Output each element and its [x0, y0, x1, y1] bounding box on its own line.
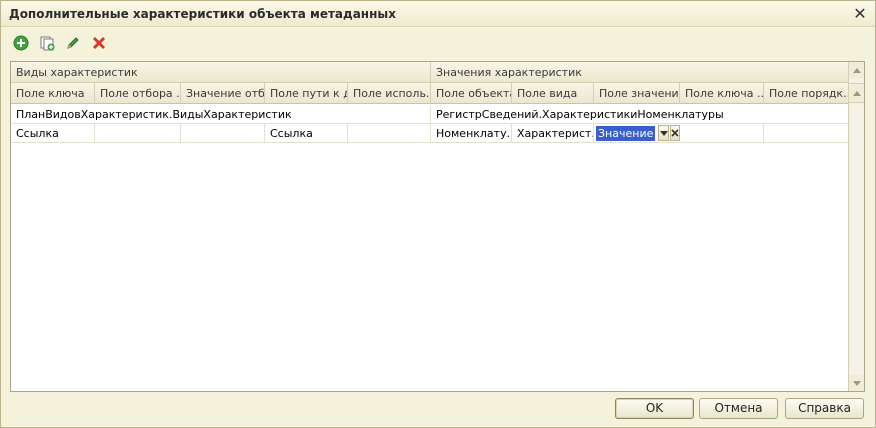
copy-icon [40, 36, 55, 51]
scroll-down-button[interactable] [849, 375, 864, 391]
group-kinds: Виды характеристик [11, 62, 431, 83]
key-field-cell[interactable]: Ссылка [11, 124, 95, 143]
group-values: Значения характеристик [436, 66, 582, 79]
header-object-field[interactable]: Поле объекта [431, 83, 512, 104]
header-filter-value[interactable]: Значение отб... [181, 83, 265, 104]
header-kind-field[interactable]: Поле вида [512, 83, 594, 104]
delete-button[interactable] [89, 33, 109, 53]
help-button[interactable]: Справка [785, 398, 864, 419]
dialog-footer: OK Отмена Справка [1, 397, 875, 427]
toolbar [11, 33, 109, 53]
header-value-key-field[interactable]: Поле ключа ... [680, 83, 764, 104]
header-value-field[interactable]: Поле значения [594, 83, 680, 104]
kind-field-cell[interactable]: Характерист... [512, 124, 594, 143]
vertical-scrollbar[interactable] [848, 62, 864, 391]
column-group-header: Виды характеристик Значения характеристи… [11, 62, 849, 83]
header-order-field[interactable]: Поле порядк... [764, 83, 849, 104]
add-button[interactable] [11, 33, 31, 53]
table-row[interactable]: ПланВидовХарактеристик.ВидыХарактеристик… [11, 105, 849, 124]
usage-field-cell[interactable] [348, 124, 431, 143]
close-button[interactable]: ✕ [851, 5, 869, 23]
path-field-cell[interactable]: Ссылка [265, 124, 348, 143]
arrow-up-icon [852, 67, 861, 73]
column-header-row: Поле ключа Поле отбора ... Значение отб.… [11, 83, 849, 104]
header-key-field[interactable]: Поле ключа [11, 83, 95, 104]
filter-value-cell[interactable] [181, 124, 265, 143]
header-usage-field[interactable]: Поле исполь... [348, 83, 431, 104]
object-field-cell[interactable]: Номенклату... [431, 124, 512, 143]
dropdown-button[interactable] [658, 125, 669, 141]
table-row[interactable]: Ссылка Ссылка Номенклату... Характерист.… [11, 124, 849, 143]
clear-button[interactable] [669, 125, 680, 141]
scroll-up-button[interactable] [849, 62, 864, 78]
value-field-editor[interactable]: Значение [596, 125, 680, 142]
header-filter-field[interactable]: Поле отбора ... [95, 83, 181, 104]
order-field-cell[interactable] [764, 124, 849, 143]
arrow-up-icon [852, 90, 861, 96]
ok-button[interactable]: OK [615, 398, 694, 419]
values-source-cell[interactable]: РегистрСведений.ХарактеристикиНоменклату… [431, 105, 849, 124]
delete-icon [92, 36, 106, 50]
header-path-field[interactable]: Поле пути к д... [265, 83, 348, 104]
window-title: Дополнительные характеристики объекта ме… [9, 7, 396, 21]
characteristics-table[interactable]: Виды характеристик Значения характеристи… [10, 61, 865, 392]
scroll-thumb[interactable] [849, 83, 864, 103]
add-icon [13, 35, 29, 51]
chevron-down-icon [659, 130, 668, 136]
copy-button[interactable] [37, 33, 57, 53]
cancel-button[interactable]: Отмена [699, 398, 778, 419]
edit-icon [67, 37, 79, 49]
kinds-source-cell[interactable]: ПланВидовХарактеристик.ВидыХарактеристик [11, 105, 431, 124]
edit-button[interactable] [63, 33, 83, 53]
dialog-window: Дополнительные характеристики объекта ме… [0, 0, 876, 428]
value-key-field-cell[interactable] [680, 124, 764, 143]
clear-icon [671, 129, 679, 137]
value-field-input[interactable]: Значение [596, 126, 656, 141]
arrow-down-icon [852, 380, 861, 386]
title-bar: Дополнительные характеристики объекта ме… [1, 1, 875, 27]
filter-field-cell[interactable] [95, 124, 181, 143]
